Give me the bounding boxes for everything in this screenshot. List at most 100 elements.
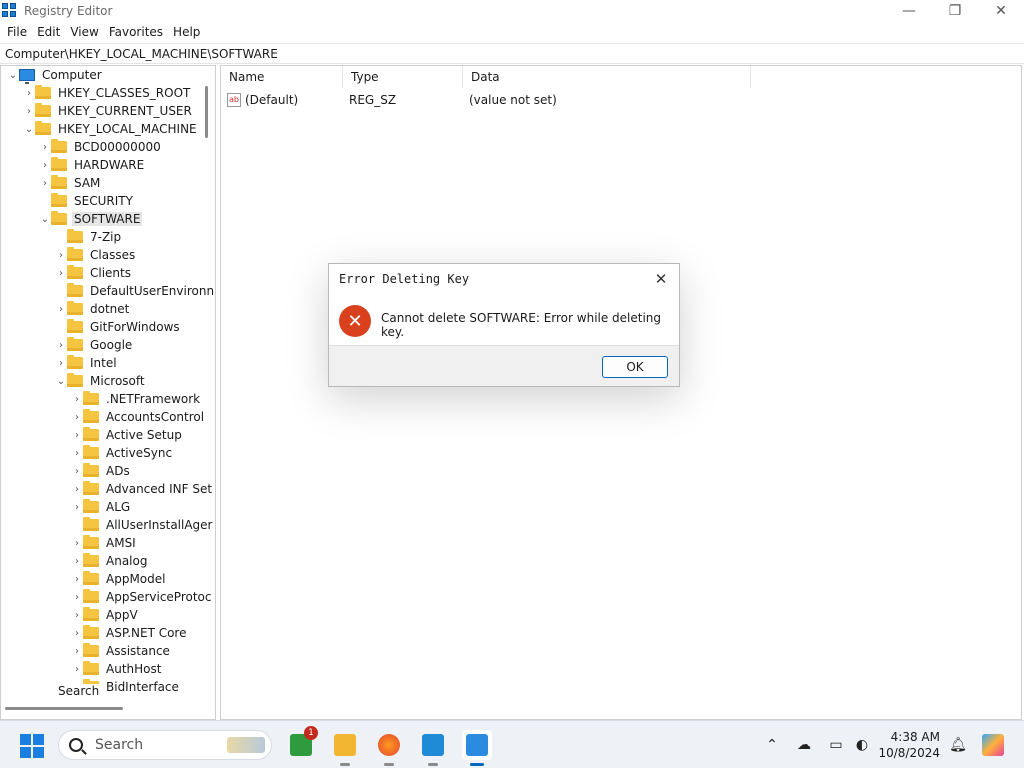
start-button[interactable] (20, 734, 44, 758)
chevron-right-icon[interactable]: › (71, 570, 83, 588)
chevron-right-icon[interactable]: › (71, 444, 83, 462)
column-type[interactable]: Type (343, 66, 463, 88)
tree-item-key[interactable]: › AMSI (71, 534, 138, 552)
tree-item-key[interactable]: GitForWindows (55, 318, 182, 336)
tree-item-key[interactable]: 7-Zip (55, 228, 123, 246)
notification-bell-icon[interactable]: 🔔︎ (946, 733, 970, 757)
tree-item-key[interactable]: › ALG (71, 498, 132, 516)
taskbar-clock[interactable]: 4:38 AM 10/8/2024 (878, 729, 940, 761)
chevron-right-icon[interactable]: › (71, 642, 83, 660)
tree-item-key[interactable]: › AppV (71, 606, 140, 624)
chevron-right-icon[interactable]: › (71, 606, 83, 624)
taskbar-vscode[interactable] (418, 730, 448, 766)
chevron-right-icon[interactable]: › (55, 336, 67, 354)
chevron-right-icon[interactable]: › (71, 498, 83, 516)
tree-item-key[interactable]: AllUserInstallAger (71, 516, 215, 534)
tree-item-key[interactable]: ⌄ Microsoft (55, 372, 147, 390)
sound-icon[interactable]: ◐ (850, 733, 874, 757)
chevron-right-icon[interactable]: › (71, 534, 83, 552)
dialog-close-button[interactable]: ✕ (651, 269, 671, 289)
taskbar-app-green[interactable]: 1 (286, 726, 318, 760)
tree-item-key[interactable]: › Advanced INF Set (71, 480, 214, 498)
address-bar[interactable]: Computer\HKEY_LOCAL_MACHINE\SOFTWARE (0, 43, 1024, 64)
taskbar-file-explorer[interactable] (330, 730, 360, 766)
chevron-right-icon[interactable]: › (55, 264, 67, 282)
tree-item-key[interactable]: › Clients (55, 264, 133, 282)
chevron-down-icon[interactable]: ⌄ (55, 372, 67, 390)
chevron-right-icon[interactable]: › (71, 660, 83, 678)
menu-edit[interactable]: Edit (32, 25, 65, 39)
menu-help[interactable]: Help (168, 25, 205, 39)
chevron-right-icon[interactable]: › (71, 462, 83, 480)
tree-item-key[interactable]: › ActiveSync (71, 444, 174, 462)
tree-item-key[interactable]: DefaultUserEnvironn (55, 282, 215, 300)
chevron-right-icon[interactable]: › (55, 300, 67, 318)
registry-tree[interactable]: BidInterface › AuthHost › Assistance › ASP.NET… (0, 65, 216, 720)
tree-item-key[interactable]: › Active Setup (71, 426, 184, 444)
chevron-right-icon[interactable]: › (55, 246, 67, 264)
tree-item-hive[interactable]: › HKEY_CURRENT_USER (23, 102, 194, 120)
tree-item-hive[interactable]: › HKEY_CLASSES_ROOT (23, 84, 192, 102)
chevron-right-icon[interactable]: › (23, 102, 35, 120)
taskbar-copilot[interactable] (978, 730, 1008, 760)
network-icon[interactable]: ☁ (792, 733, 816, 757)
tree-item-key[interactable]: › ADs (71, 462, 132, 480)
tree-item-hive[interactable]: ⌄ HKEY_LOCAL_MACHINE (23, 120, 199, 138)
chevron-right-icon[interactable]: › (71, 480, 83, 498)
tree-horizontal-scrollbar[interactable] (5, 707, 123, 710)
tree-item-key[interactable]: › AuthHost (71, 660, 163, 678)
minimize-button[interactable]: — (886, 0, 932, 22)
chevron-right-icon[interactable]: › (71, 552, 83, 570)
tree-item-key[interactable]: SECURITY (39, 192, 135, 210)
taskbar-firefox[interactable] (374, 730, 404, 766)
tree-item-key[interactable]: › SAM (39, 174, 102, 192)
chevron-right-icon[interactable]: › (71, 426, 83, 444)
chevron-right-icon[interactable]: › (71, 408, 83, 426)
chevron-right-icon[interactable]: › (71, 588, 83, 606)
taskbar-search[interactable]: Search (58, 730, 272, 760)
chevron-down-icon[interactable]: ⌄ (23, 120, 35, 138)
chevron-right-icon[interactable]: › (23, 84, 35, 102)
tree-vertical-scrollbar[interactable] (205, 86, 208, 138)
tree-item-key[interactable]: ⌄ SOFTWARE (39, 210, 143, 228)
tree-item-key[interactable]: › BCD00000000 (39, 138, 163, 156)
tree-item-key[interactable]: › Google (55, 336, 134, 354)
taskbar-registry-editor[interactable] (462, 730, 492, 766)
folder-icon (83, 589, 99, 603)
tree-item-computer[interactable]: ⌄ Computer (7, 66, 104, 84)
tree-item-key[interactable]: › Classes (55, 246, 137, 264)
tree-item-key[interactable]: › Assistance (71, 642, 172, 660)
folder-icon (67, 355, 83, 369)
menu-view[interactable]: View (65, 25, 103, 39)
tree-item-key[interactable]: › .NETFramework (71, 390, 202, 408)
menu-file[interactable]: File (2, 25, 32, 39)
ok-button[interactable]: OK (602, 356, 668, 378)
chevron-down-icon[interactable]: ⌄ (39, 210, 51, 228)
chevron-up-icon[interactable]: ⌃ (760, 733, 784, 757)
column-data[interactable]: Data (463, 66, 751, 88)
tree-item-key[interactable]: › AppModel (71, 570, 167, 588)
tree-item-key[interactable]: › HARDWARE (39, 156, 146, 174)
tree-item-key[interactable]: › ASP.NET Core (71, 624, 188, 642)
value-row[interactable]: ab (Default) REG_SZ (value not set) (221, 90, 821, 110)
column-name[interactable]: Name (221, 66, 343, 88)
menu-favorites[interactable]: Favorites (104, 25, 168, 39)
values-list[interactable]: Name Type Data ab (Default) REG_SZ (valu… (220, 65, 1022, 720)
close-button[interactable]: ✕ (978, 0, 1024, 22)
chevron-right-icon[interactable]: › (39, 174, 51, 192)
chevron-down-icon[interactable]: ⌄ (7, 66, 19, 84)
folder-icon (67, 265, 83, 279)
display-icon[interactable]: ▭ (824, 733, 848, 757)
tree-item-key[interactable]: › Analog (71, 552, 149, 570)
restore-button[interactable]: ❐ (932, 0, 978, 22)
tree-item-key[interactable]: › AccountsControl (71, 408, 206, 426)
chevron-right-icon[interactable]: › (39, 138, 51, 156)
tree-item-key[interactable]: › dotnet (55, 300, 131, 318)
tree-item-key[interactable]: › Intel (55, 354, 119, 372)
tree-item-key[interactable]: › AppServiceProtoc (71, 588, 213, 606)
chevron-right-icon[interactable]: › (71, 624, 83, 642)
chevron-right-icon[interactable]: › (55, 354, 67, 372)
chevron-right-icon[interactable]: › (71, 390, 83, 408)
chevron-right-icon[interactable]: › (39, 156, 51, 174)
